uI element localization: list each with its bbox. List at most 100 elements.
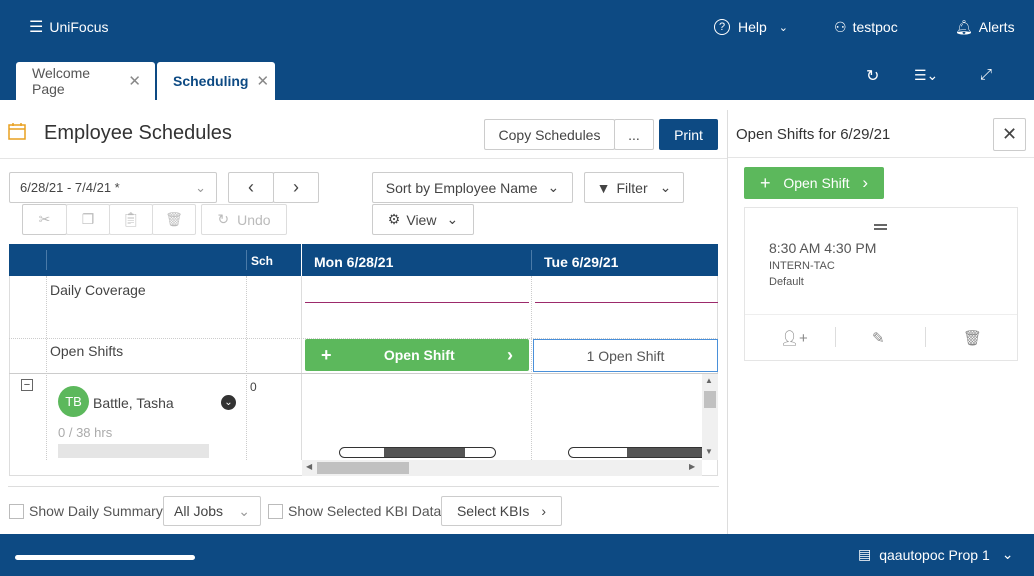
- scrollbar-thumb[interactable]: [317, 462, 409, 474]
- chevron-right-icon: ›: [862, 173, 868, 192]
- jobs-value: All Jobs: [174, 503, 224, 519]
- add-open-shift-button[interactable]: + Open Shift ›: [744, 167, 884, 199]
- scroll-up-icon[interactable]: ▲: [705, 376, 713, 385]
- plus-icon: +: [760, 172, 771, 193]
- view-label: View: [406, 211, 437, 228]
- copy-icon: ❐: [81, 211, 95, 227]
- employee-sch-value: 0: [250, 380, 257, 394]
- avatar: TB: [58, 386, 89, 417]
- previous-week-button[interactable]: ‹: [228, 172, 274, 203]
- sort-label: Sort by Employee Name: [385, 179, 538, 196]
- tab-welcome-page[interactable]: Welcome Page ✕: [16, 62, 155, 100]
- undo-button[interactable]: ↻ Undo: [201, 204, 287, 235]
- scissors-icon: ✂: [38, 211, 51, 227]
- chevron-down-icon: ⌄: [1001, 546, 1014, 562]
- app-name: UniFocus: [49, 19, 109, 35]
- sort-dropdown[interactable]: Sort by Employee Name ⌄: [372, 172, 573, 203]
- divider: [728, 157, 1034, 158]
- day-header-mon[interactable]: Mon 6/28/21: [314, 254, 393, 270]
- property-selector[interactable]: ▤ qaautopoc Prop 1 ⌄: [858, 546, 1014, 563]
- header-divider: [46, 250, 47, 270]
- panel-divider: [727, 110, 728, 534]
- row-divider: [9, 373, 718, 374]
- close-icon: ✕: [1001, 124, 1018, 144]
- question-icon: ?: [714, 19, 730, 35]
- close-icon[interactable]: ✕: [128, 72, 141, 90]
- daily-summary-toggle[interactable]: Show Daily Summary: [9, 503, 163, 519]
- open-shifts-label: Open Shifts: [50, 343, 124, 359]
- daily-summary-checkbox[interactable]: [9, 503, 24, 519]
- column-line: [301, 276, 302, 460]
- expand-icon[interactable]: ⤢: [980, 66, 992, 83]
- day-header-tue[interactable]: Tue 6/29/21: [544, 254, 618, 270]
- panel-close-button[interactable]: ✕: [993, 118, 1026, 151]
- copy-schedules-button[interactable]: Copy Schedules: [484, 119, 615, 150]
- cut-button[interactable]: ✂: [22, 204, 67, 235]
- more-button[interactable]: ...: [614, 119, 654, 150]
- assign-user-icon[interactable]: 👤︎+: [780, 329, 808, 347]
- close-icon[interactable]: ✕: [256, 72, 269, 90]
- trash-icon: 🗑︎: [165, 211, 183, 227]
- help-menu[interactable]: ? Help ⌄: [714, 17, 788, 37]
- gears-icon: ⚙: [387, 211, 401, 227]
- divider: [0, 158, 727, 159]
- scroll-down-icon[interactable]: ▼: [705, 447, 713, 456]
- shift-job: INTERN-TAC: [769, 260, 835, 272]
- delete-button[interactable]: 🗑︎: [152, 204, 196, 235]
- tab-scheduling[interactable]: Scheduling ✕: [157, 62, 275, 100]
- refresh-icon[interactable]: ↻: [866, 66, 879, 86]
- scroll-right-icon[interactable]: ▶: [689, 462, 695, 471]
- kbi-data-toggle[interactable]: Show Selected KBI Data: [268, 503, 441, 519]
- plus-icon: +: [321, 344, 332, 365]
- undo-label: Undo: [237, 211, 271, 228]
- chevron-right-icon: ›: [293, 177, 299, 197]
- shift-type: Default: [769, 276, 804, 288]
- daily-summary-label: Show Daily Summary: [29, 503, 163, 519]
- page-title: Employee Schedules: [44, 122, 232, 144]
- shift-time: 8:30 AM 4:30 PM: [769, 240, 877, 256]
- paste-button[interactable]: 📋︎: [109, 204, 153, 235]
- user-menu[interactable]: ⚇ testpoc: [834, 17, 898, 37]
- scrollbar-thumb[interactable]: [704, 391, 716, 408]
- select-kbis-button[interactable]: Select KBIs ›: [441, 496, 562, 526]
- copy-button[interactable]: ❐: [66, 204, 110, 235]
- next-week-button[interactable]: ›: [273, 172, 319, 203]
- alerts-button[interactable]: 🔔︎ Alerts: [955, 17, 1015, 37]
- column-line: [531, 276, 532, 460]
- undo-icon: ↻: [217, 211, 230, 227]
- add-open-shift-label: Open Shift: [783, 175, 850, 191]
- drag-handle-icon[interactable]: [874, 224, 887, 230]
- divider: [835, 327, 836, 347]
- header-divider: [531, 250, 532, 270]
- chevron-down-circle-icon[interactable]: ⌄: [221, 395, 236, 410]
- tue-open-shift-count[interactable]: 1 Open Shift: [533, 339, 718, 372]
- filter-label: Filter: [616, 179, 648, 196]
- date-range-select[interactable]: 6/28/21 - 7/4/21 * ⌄: [9, 172, 217, 203]
- app-menu-button[interactable]: ☰ UniFocus: [29, 17, 108, 37]
- chevron-down-icon: ⌄: [547, 179, 560, 195]
- employee-name[interactable]: Battle, Tasha: [93, 395, 174, 411]
- user-icon: ⚇: [834, 18, 847, 35]
- loading-bar: [15, 555, 195, 560]
- trash-icon[interactable]: 🗑︎: [963, 329, 982, 347]
- scroll-left-icon[interactable]: ◀: [306, 462, 312, 471]
- chevron-right-icon: ›: [506, 344, 513, 365]
- header-divider: [246, 250, 247, 270]
- divider: [925, 327, 926, 347]
- view-dropdown[interactable]: ⚙ View ⌄: [372, 204, 474, 235]
- coverage-line: [305, 302, 529, 303]
- panel-title: Open Shifts for 6/29/21: [736, 126, 891, 143]
- chevron-down-icon: ⌄: [238, 502, 250, 519]
- collapse-icon[interactable]: −: [21, 379, 33, 391]
- edit-icon[interactable]: ✎: [872, 329, 885, 347]
- mon-open-shift-button[interactable]: + Open Shift ›: [305, 339, 529, 371]
- kbi-data-checkbox[interactable]: [268, 503, 283, 519]
- jobs-dropdown[interactable]: All Jobs ⌄: [163, 496, 261, 526]
- divider: [745, 314, 1017, 315]
- divider: [8, 486, 719, 487]
- list-options-icon[interactable]: ☰⌄: [914, 67, 938, 84]
- shift-timeline-mon: [339, 447, 496, 458]
- filter-button[interactable]: ▼ Filter ⌄: [584, 172, 684, 203]
- print-button[interactable]: Print: [659, 119, 718, 150]
- chevron-down-icon: ⌄: [778, 21, 789, 34]
